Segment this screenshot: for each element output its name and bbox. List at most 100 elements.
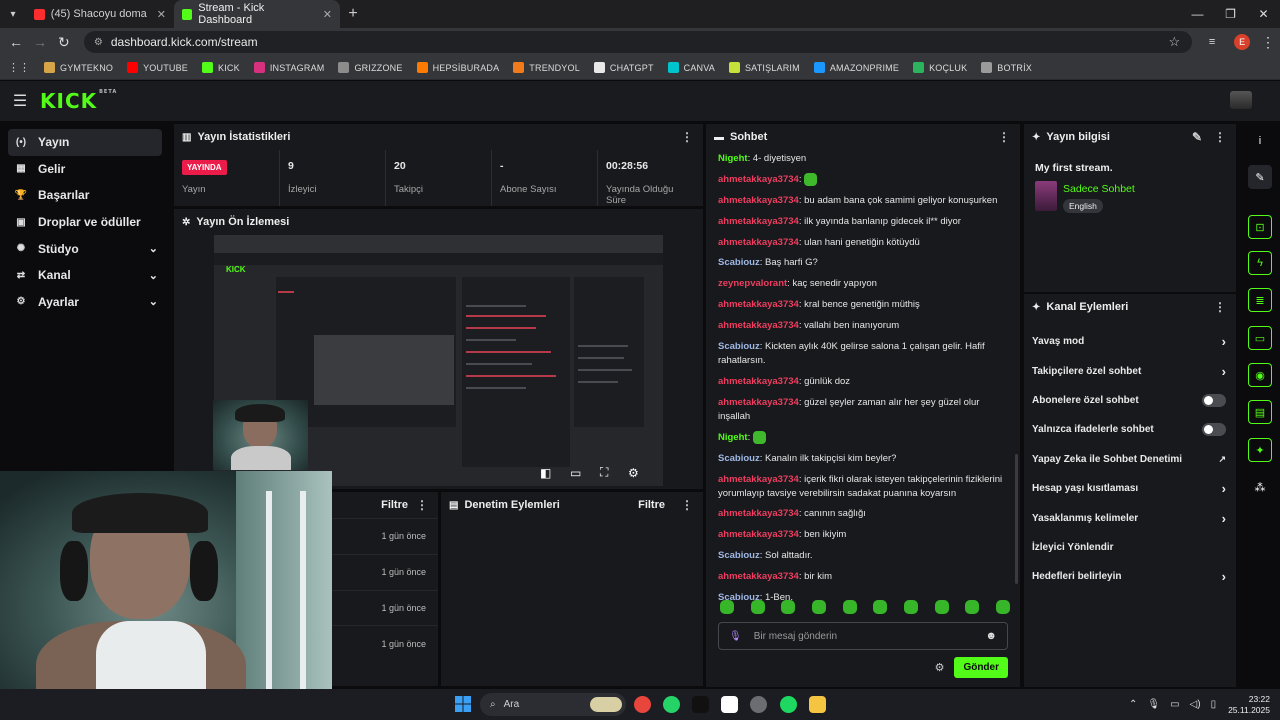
- kebab-menu-icon[interactable]: ⋮: [1214, 130, 1226, 144]
- toggle-switch[interactable]: [1202, 393, 1226, 407]
- filter-button[interactable]: Filtre: [381, 499, 408, 511]
- notes-icon[interactable]: ≣: [1248, 288, 1272, 312]
- minimize-icon[interactable]: —: [1181, 0, 1214, 28]
- menu-icon[interactable]: ⋮: [1256, 34, 1280, 51]
- emote-icon[interactable]: [781, 600, 796, 614]
- hamburger-menu-icon[interactable]: ☰: [0, 91, 40, 111]
- emote-icon[interactable]: [750, 600, 765, 614]
- chevron-right-icon[interactable]: ›: [1222, 334, 1226, 349]
- channel-action-item[interactable]: Hedefleri belirleyin ›: [1024, 562, 1236, 591]
- chat-username[interactable]: ahmetakkaya3734: [718, 474, 799, 485]
- chat-username[interactable]: ahmetakkaya3734: [718, 195, 799, 206]
- chevron-right-icon[interactable]: ›: [1222, 511, 1226, 526]
- bookmark-item[interactable]: GRIZZONE: [338, 62, 402, 73]
- chat-username[interactable]: Scabiouz: [718, 341, 760, 352]
- broadcast-icon[interactable]: ◉: [1248, 363, 1272, 387]
- chat-username[interactable]: ahmetakkaya3734: [718, 299, 799, 310]
- chat-username[interactable]: ahmetakkaya3734: [718, 508, 799, 519]
- bookmark-item[interactable]: YOUTUBE: [127, 62, 188, 73]
- battery-icon[interactable]: ▯: [1211, 699, 1217, 710]
- kick-logo[interactable]: KICK BETA: [40, 89, 117, 113]
- channel-action-item[interactable]: Yapay Zeka ile Sohbet Denetimi ↗: [1024, 445, 1236, 474]
- bookmark-item[interactable]: SATIŞLARIM: [728, 62, 800, 73]
- windows-start-icon[interactable]: [455, 696, 471, 712]
- channel-action-item[interactable]: Takipçilere özel sohbet ›: [1024, 356, 1236, 385]
- clock[interactable]: 23:22 25.11.2025: [1228, 694, 1270, 716]
- fullscreen-icon[interactable]: ⛶: [600, 465, 608, 480]
- nodes-icon[interactable]: ⁂: [1248, 475, 1272, 499]
- kebab-menu-icon[interactable]: ⋮: [681, 130, 693, 144]
- chrome-icon[interactable]: [634, 696, 651, 713]
- channel-action-item[interactable]: İzleyici Yönlendir: [1024, 533, 1236, 562]
- chat-settings-icon[interactable]: ⚙: [935, 661, 945, 674]
- external-link-icon[interactable]: ↗: [1218, 454, 1226, 465]
- filter-button[interactable]: Filtre: [638, 499, 665, 511]
- bookmark-item[interactable]: TRENDYOL: [513, 62, 580, 73]
- capture-icon[interactable]: ⊡: [1248, 215, 1272, 239]
- network-icon[interactable]: ▭: [1170, 699, 1179, 710]
- chat-username[interactable]: Nigeht: [718, 432, 748, 443]
- new-tab-button[interactable]: +: [340, 5, 366, 23]
- category-thumbnail[interactable]: [1035, 181, 1057, 211]
- bookmark-item[interactable]: KICK: [202, 62, 240, 73]
- chat-username[interactable]: Scabiouz: [718, 257, 760, 268]
- close-icon[interactable]: ✕: [313, 8, 332, 21]
- capcut-icon[interactable]: [721, 696, 738, 713]
- volume-icon[interactable]: ◁): [1190, 699, 1201, 710]
- tab-kick-dashboard[interactable]: Stream - Kick Dashboard ✕: [174, 0, 340, 28]
- emote-icon[interactable]: [720, 600, 734, 614]
- folder-icon[interactable]: [809, 696, 826, 713]
- close-icon[interactable]: ✕: [147, 8, 166, 21]
- chevron-down-icon[interactable]: ⌄: [149, 242, 158, 255]
- chat-username[interactable]: ahmetakkaya3734: [718, 376, 799, 387]
- chat-username[interactable]: ahmetakkaya3734: [718, 174, 799, 185]
- emote-icon[interactable]: [995, 600, 1010, 614]
- forward-icon[interactable]: →: [28, 34, 52, 50]
- chat-scrollbar[interactable]: [1015, 454, 1018, 584]
- back-icon[interactable]: ←: [4, 34, 28, 50]
- bookmark-item[interactable]: INSTAGRAM: [253, 62, 325, 73]
- sidebar-item[interactable]: ▦ Gelir: [8, 156, 162, 183]
- chat-username[interactable]: Scabiouz: [718, 453, 760, 464]
- bookmark-item[interactable]: CHATGPT: [593, 62, 654, 73]
- settings-gear-icon[interactable]: ⚙: [628, 466, 639, 480]
- sidebar-item[interactable]: ▣ Droplar ve ödüller: [8, 209, 162, 236]
- apps-grid-icon[interactable]: ⋮⋮: [8, 61, 30, 74]
- kebab-menu-icon[interactable]: ⋮: [416, 498, 428, 512]
- emote-icon[interactable]: [903, 600, 918, 614]
- microphone-icon[interactable]: 🎙: [1147, 699, 1160, 710]
- chat-username[interactable]: ahmetakkaya3734: [718, 397, 799, 408]
- lightning-icon[interactable]: ϟ: [1248, 251, 1272, 275]
- edit-icon[interactable]: ✎: [1192, 130, 1202, 144]
- chat-input[interactable]: 🎙 Bir mesaj gönderin ☻: [718, 622, 1008, 650]
- channel-action-item[interactable]: Yasaklanmış kelimeler ›: [1024, 503, 1236, 532]
- info-icon[interactable]: i: [1248, 129, 1272, 153]
- kebab-menu-icon[interactable]: ⋮: [998, 130, 1010, 144]
- channel-action-item[interactable]: Abonelere özel sohbet: [1024, 386, 1236, 415]
- chat-bubble-icon[interactable]: ▭: [1248, 326, 1272, 350]
- bookmark-item[interactable]: AMAZONPRIME: [813, 62, 899, 73]
- emote-icon[interactable]: [934, 600, 949, 614]
- channel-action-item[interactable]: Yavaş mod ›: [1024, 327, 1236, 356]
- close-window-icon[interactable]: ✕: [1247, 0, 1280, 28]
- tray-chevron-icon[interactable]: ⌃: [1129, 699, 1137, 710]
- sidebar-item[interactable]: (•) Yayın: [8, 129, 162, 156]
- chat-username[interactable]: ahmetakkaya3734: [718, 216, 799, 227]
- chat-username[interactable]: zeynepvalorant: [718, 278, 787, 289]
- chevron-down-icon[interactable]: ⌄: [149, 295, 158, 308]
- tab-youtube[interactable]: (45) Shacoyu domaltan pick du ✕: [26, 0, 174, 28]
- whatsapp-icon[interactable]: [663, 696, 680, 713]
- send-button[interactable]: Gönder: [954, 656, 1008, 678]
- chat-username[interactable]: ahmetakkaya3734: [718, 571, 799, 582]
- emote-icon[interactable]: [873, 600, 888, 614]
- kebab-menu-icon[interactable]: ⋮: [681, 498, 693, 512]
- chat-username[interactable]: ahmetakkaya3734: [718, 529, 799, 540]
- sidebar-item[interactable]: ⇄ Kanal ⌄: [8, 262, 162, 289]
- maximize-icon[interactable]: ❐: [1214, 0, 1247, 28]
- emote-icon[interactable]: [811, 600, 826, 614]
- tab-search-icon[interactable]: ▾: [0, 0, 26, 28]
- bookmark-item[interactable]: HEPSİBURADA: [416, 62, 500, 73]
- chat-username[interactable]: Nigeht: [718, 153, 748, 164]
- theater-icon[interactable]: ▭: [570, 466, 581, 480]
- chevron-right-icon[interactable]: ›: [1222, 569, 1226, 584]
